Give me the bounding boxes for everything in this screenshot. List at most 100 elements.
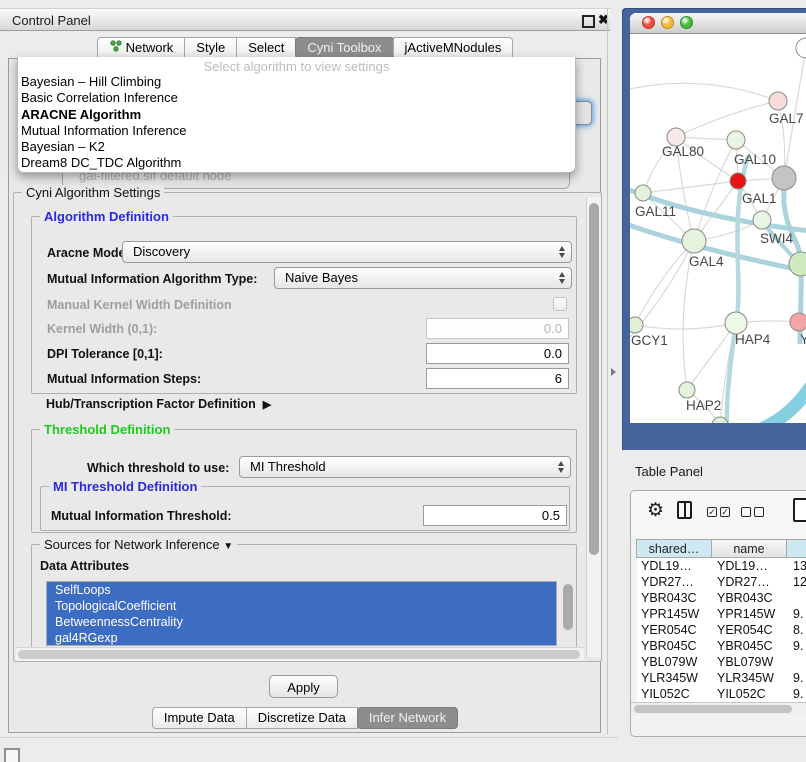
expand-arrow-icon[interactable]: ▶ <box>263 398 271 411</box>
network-node-gal10[interactable] <box>727 131 745 149</box>
network-edge[interactable] <box>635 241 694 325</box>
deselect-all-checkbox-icon[interactable] <box>754 507 764 517</box>
zoom-window-icon[interactable] <box>680 16 693 29</box>
hub-definition-expander[interactable]: Hub/Transcription Factor Definition ▶ <box>46 397 271 411</box>
column-header-1[interactable]: name <box>711 539 787 558</box>
attribute-list-scrollbar[interactable] <box>563 584 573 642</box>
algorithm-option-dream8-dc-tdc-algorithm[interactable]: Dream8 DC_TDC Algorithm <box>18 155 575 171</box>
settings-vertical-scrollbar[interactable] <box>586 197 601 657</box>
gear-icon[interactable]: ⚙ <box>647 499 664 522</box>
export-table-icon[interactable] <box>793 498 806 522</box>
aracne-mode-value: Discovery <box>133 244 190 259</box>
mi-algorithm-type-label: Mutual Information Algorithm Type: <box>47 272 257 286</box>
threshold-definition-group: Threshold Definition Which threshold to … <box>31 429 577 533</box>
float-panel-icon[interactable] <box>582 15 595 28</box>
network-node-gal11[interactable] <box>635 185 651 201</box>
network-node-gal4[interactable] <box>682 229 706 253</box>
tab-select[interactable]: Select <box>236 37 296 58</box>
network-edge-thick[interactable] <box>730 386 806 423</box>
data-attributes-list[interactable]: SelfLoopsTopologicalCoefficientBetweenne… <box>46 581 557 646</box>
deselect-all-checkbox-icon[interactable] <box>741 507 751 517</box>
columns-icon[interactable] <box>677 501 692 519</box>
table-row[interactable]: YIL052CYIL052C9. <box>637 686 806 702</box>
network-node-hap4[interactable] <box>725 312 747 334</box>
settings-horizontal-scrollbar[interactable] <box>16 647 584 661</box>
table-row[interactable]: YBR043CYBR043C <box>637 590 806 606</box>
network-node-y[interactable] <box>790 313 806 331</box>
table-row[interactable]: YDR27…YDR27…12 <box>637 574 806 590</box>
sources-title-text: Sources for Network Inference <box>44 537 220 552</box>
table-row[interactable]: YLR345WYLR345W9. <box>637 670 806 686</box>
tab-style[interactable]: Style <box>184 37 237 58</box>
which-threshold-combo[interactable]: MI Threshold <box>239 456 571 478</box>
collapse-arrow-icon[interactable]: ▼ <box>223 541 233 552</box>
table-cell <box>789 590 806 606</box>
mi-threshold-field[interactable]: 0.5 <box>423 505 567 526</box>
column-header-0[interactable]: shared… <box>636 539 712 558</box>
mi-steps-label: Mutual Information Steps: <box>47 372 201 386</box>
algorithm-list: Bayesian – Hill ClimbingBasic Correlatio… <box>18 74 575 172</box>
control-panel-tab-bar: NetworkStyle Select Cyni ToolboxjActiveMNo… <box>0 37 610 58</box>
tab-cyni-toolbox[interactable]: Cyni Toolbox <box>295 37 393 58</box>
network-node-gal7[interactable] <box>769 92 787 110</box>
network-node-swi4[interactable] <box>753 211 771 229</box>
sources-title[interactable]: Sources for Network Inference ▼ <box>40 537 237 552</box>
network-node[interactable] <box>796 38 806 58</box>
control-panel-title: Control Panel <box>12 13 91 28</box>
select-all-checkbox-icon[interactable]: ✓ <box>707 507 717 517</box>
tab-network[interactable]: Network <box>97 37 186 58</box>
mi-steps-field[interactable]: 6 <box>426 368 569 389</box>
algorithm-option-mutual-information-inference[interactable]: Mutual Information Inference <box>18 123 575 139</box>
dpi-tolerance-field[interactable]: 0.0 <box>426 343 569 364</box>
tab-infer-network[interactable]: Infer Network <box>357 707 458 729</box>
algorithm-option-aracne-algorithm[interactable]: ARACNE Algorithm <box>18 107 575 123</box>
kernel-width-field[interactable]: 0.0 <box>426 318 569 339</box>
algorithm-option-basic-correlation-inference[interactable]: Basic Correlation Inference <box>18 90 575 106</box>
stepper-arrows-icon <box>559 272 565 284</box>
mini-palette-icon[interactable] <box>4 748 20 762</box>
table-panel-window: ⚙ ✓ ✓ shared…name YDL19…YDL19…13YDR27…YD… <box>630 490 806 737</box>
manual-kernel-checkbox[interactable] <box>553 297 567 311</box>
network-node-hap2[interactable] <box>679 382 695 398</box>
network-window-titlebar[interactable] <box>630 13 806 34</box>
divider-collapse-arrow[interactable] <box>611 368 616 376</box>
stepper-arrows-icon <box>558 461 564 473</box>
table-cell: YBL079W <box>637 654 713 670</box>
network-canvas[interactable]: GAL7GAL80GAL10GAL1GAL11SWI4GAL4GCY1HAP4Y… <box>630 34 806 423</box>
column-header-2[interactable] <box>786 539 806 558</box>
table-row[interactable]: YER054CYER054C8. <box>637 622 806 638</box>
network-edge[interactable] <box>635 323 736 329</box>
attribute-item-topologicalcoefficient[interactable]: TopologicalCoefficient <box>47 598 556 614</box>
network-edge[interactable] <box>676 101 778 137</box>
table-row[interactable]: YBL079WYBL079W <box>637 654 806 670</box>
minimize-window-icon[interactable] <box>661 16 674 29</box>
table-row[interactable]: YPR145WYPR145W9. <box>637 606 806 622</box>
network-node[interactable] <box>772 166 796 190</box>
tab-label: Select <box>248 37 284 58</box>
select-all-checkbox-icon[interactable]: ✓ <box>720 507 730 517</box>
table-row[interactable]: YBR045CYBR045C9. <box>637 638 806 654</box>
node-label-gal10: GAL10 <box>734 152 776 167</box>
algorithm-option-bayesian-k2[interactable]: Bayesian – K2 <box>18 139 575 155</box>
attribute-item-betweennesscentrality[interactable]: BetweennessCentrality <box>47 614 556 630</box>
manual-kernel-label: Manual Kernel Width Definition <box>47 298 232 312</box>
network-node-gcy1[interactable] <box>630 317 643 333</box>
attribute-item-gal4rgexp[interactable]: gal4RGexp <box>47 630 556 646</box>
node-label-hap2: HAP2 <box>686 398 721 413</box>
network-edge[interactable] <box>643 181 738 193</box>
apply-button[interactable]: Apply <box>269 675 338 698</box>
tab-discretize-data[interactable]: Discretize Data <box>246 707 358 729</box>
aracne-mode-combo[interactable]: Discovery <box>122 241 572 263</box>
algorithm-option-bayesian-hill-climbing[interactable]: Bayesian – Hill Climbing <box>18 74 575 90</box>
tab-label: Discretize Data <box>258 707 346 729</box>
mi-algorithm-type-combo[interactable]: Naive Bayes <box>274 267 572 289</box>
network-node-gal1[interactable] <box>730 173 746 189</box>
table-horizontal-scrollbar[interactable] <box>631 702 806 715</box>
close-window-icon[interactable] <box>642 16 655 29</box>
table-row[interactable]: YDL19…YDL19…13 <box>637 558 806 574</box>
table-cell: YDL19… <box>713 558 789 574</box>
attribute-item-selfloops[interactable]: SelfLoops <box>47 582 556 598</box>
tab-impute-data[interactable]: Impute Data <box>152 707 247 729</box>
tab-jactivemnodules[interactable]: jActiveMNodules <box>393 37 514 58</box>
network-edge[interactable] <box>630 83 778 101</box>
